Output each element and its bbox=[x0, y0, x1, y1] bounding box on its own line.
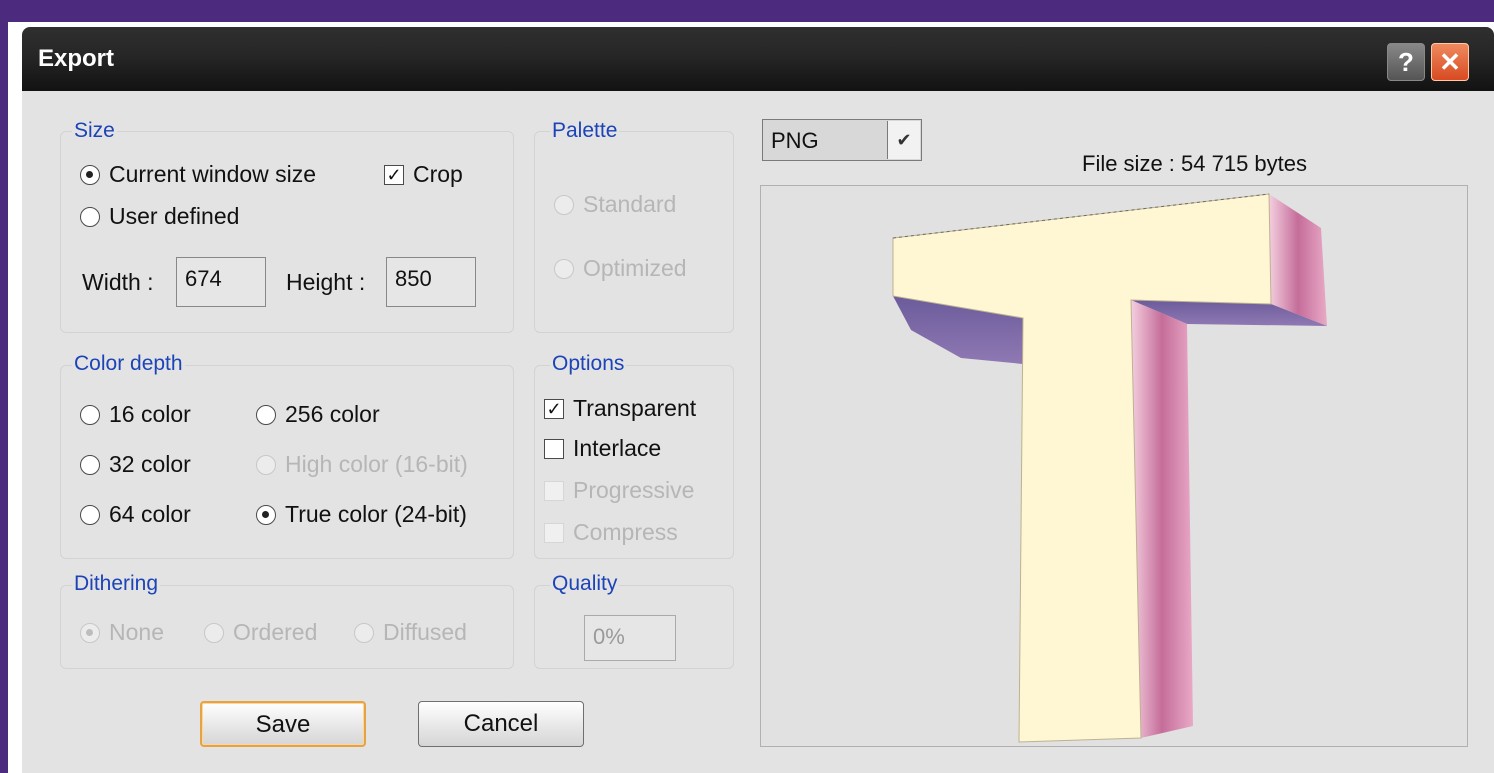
quality-input[interactable]: 0% bbox=[584, 615, 676, 661]
radio-off-icon bbox=[80, 504, 100, 525]
radio-off-icon bbox=[80, 404, 100, 425]
radio-256-color[interactable]: 256 color bbox=[256, 401, 380, 428]
radio-on-icon bbox=[80, 622, 100, 643]
radio-dither-none[interactable]: None bbox=[80, 619, 164, 646]
checkbox-empty-icon bbox=[544, 480, 564, 501]
cancel-button[interactable]: Cancel bbox=[418, 701, 584, 747]
radio-current-window-size[interactable]: Current window size bbox=[80, 161, 316, 188]
options-group-label: Options bbox=[550, 352, 627, 376]
width-label: Width : bbox=[82, 269, 154, 295]
width-input[interactable]: 674 bbox=[176, 257, 266, 307]
radio-dither-ordered[interactable]: Ordered bbox=[204, 619, 317, 646]
desktop-border-top bbox=[0, 0, 1494, 22]
radio-off-icon bbox=[80, 206, 100, 227]
checkbox-interlace[interactable]: Interlace bbox=[544, 435, 661, 462]
checkmark-icon: ✓ bbox=[384, 164, 404, 185]
dithering-group-label: Dithering bbox=[72, 572, 161, 596]
radio-off-icon bbox=[554, 194, 574, 215]
radio-on-icon bbox=[256, 504, 276, 525]
color-depth-group-label: Color depth bbox=[72, 352, 185, 376]
quality-group-label: Quality bbox=[550, 572, 620, 596]
dialog-title: Export bbox=[38, 45, 115, 72]
radio-off-icon bbox=[80, 454, 100, 475]
radio-off-icon bbox=[204, 622, 224, 643]
radio-off-icon bbox=[256, 404, 276, 425]
radio-on-icon bbox=[80, 164, 100, 185]
checkbox-empty-icon bbox=[544, 438, 564, 459]
checkmark-icon: ✓ bbox=[544, 398, 564, 419]
export-dialog: Export ? ✕ Size Current window size ✓ Cr… bbox=[22, 27, 1494, 773]
file-size-label: File size : 54 715 bytes bbox=[1082, 151, 1308, 176]
radio-dither-diffused[interactable]: Diffused bbox=[354, 619, 467, 646]
save-button[interactable]: Save bbox=[200, 701, 366, 747]
size-group-label: Size bbox=[72, 119, 117, 143]
format-selected: PNG bbox=[771, 128, 819, 153]
letter-t-preview-image bbox=[892, 193, 1327, 743]
radio-16-color[interactable]: 16 color bbox=[80, 401, 191, 428]
checkbox-progressive[interactable]: Progressive bbox=[544, 477, 694, 504]
close-button[interactable]: ✕ bbox=[1431, 43, 1469, 81]
radio-palette-optimized[interactable]: Optimized bbox=[554, 255, 687, 282]
radio-true-color[interactable]: True color (24-bit) bbox=[256, 501, 467, 528]
radio-user-defined[interactable]: User defined bbox=[80, 203, 239, 230]
help-button[interactable]: ? bbox=[1387, 43, 1425, 81]
checkbox-crop[interactable]: ✓ Crop bbox=[384, 161, 463, 188]
height-input[interactable]: 850 bbox=[386, 257, 476, 307]
radio-off-icon bbox=[354, 622, 374, 643]
radio-palette-standard[interactable]: Standard bbox=[554, 191, 676, 218]
checkbox-transparent[interactable]: ✓ Transparent bbox=[544, 395, 696, 422]
checkbox-empty-icon bbox=[544, 522, 564, 543]
radio-off-icon bbox=[554, 258, 574, 279]
radio-high-color[interactable]: High color (16-bit) bbox=[256, 451, 468, 478]
palette-group-label: Palette bbox=[550, 119, 620, 143]
export-preview bbox=[760, 185, 1468, 747]
palette-group bbox=[534, 131, 734, 333]
format-dropdown[interactable]: PNG ✔ bbox=[762, 119, 922, 161]
height-label: Height : bbox=[286, 269, 366, 295]
radio-64-color[interactable]: 64 color bbox=[80, 501, 191, 528]
radio-32-color[interactable]: 32 color bbox=[80, 451, 191, 478]
desktop-border-left bbox=[0, 0, 8, 773]
radio-off-icon bbox=[256, 454, 276, 475]
chevron-down-icon[interactable]: ✔ bbox=[887, 121, 920, 159]
checkbox-compress[interactable]: Compress bbox=[544, 519, 678, 546]
title-bar[interactable]: Export ? ✕ bbox=[22, 27, 1494, 91]
